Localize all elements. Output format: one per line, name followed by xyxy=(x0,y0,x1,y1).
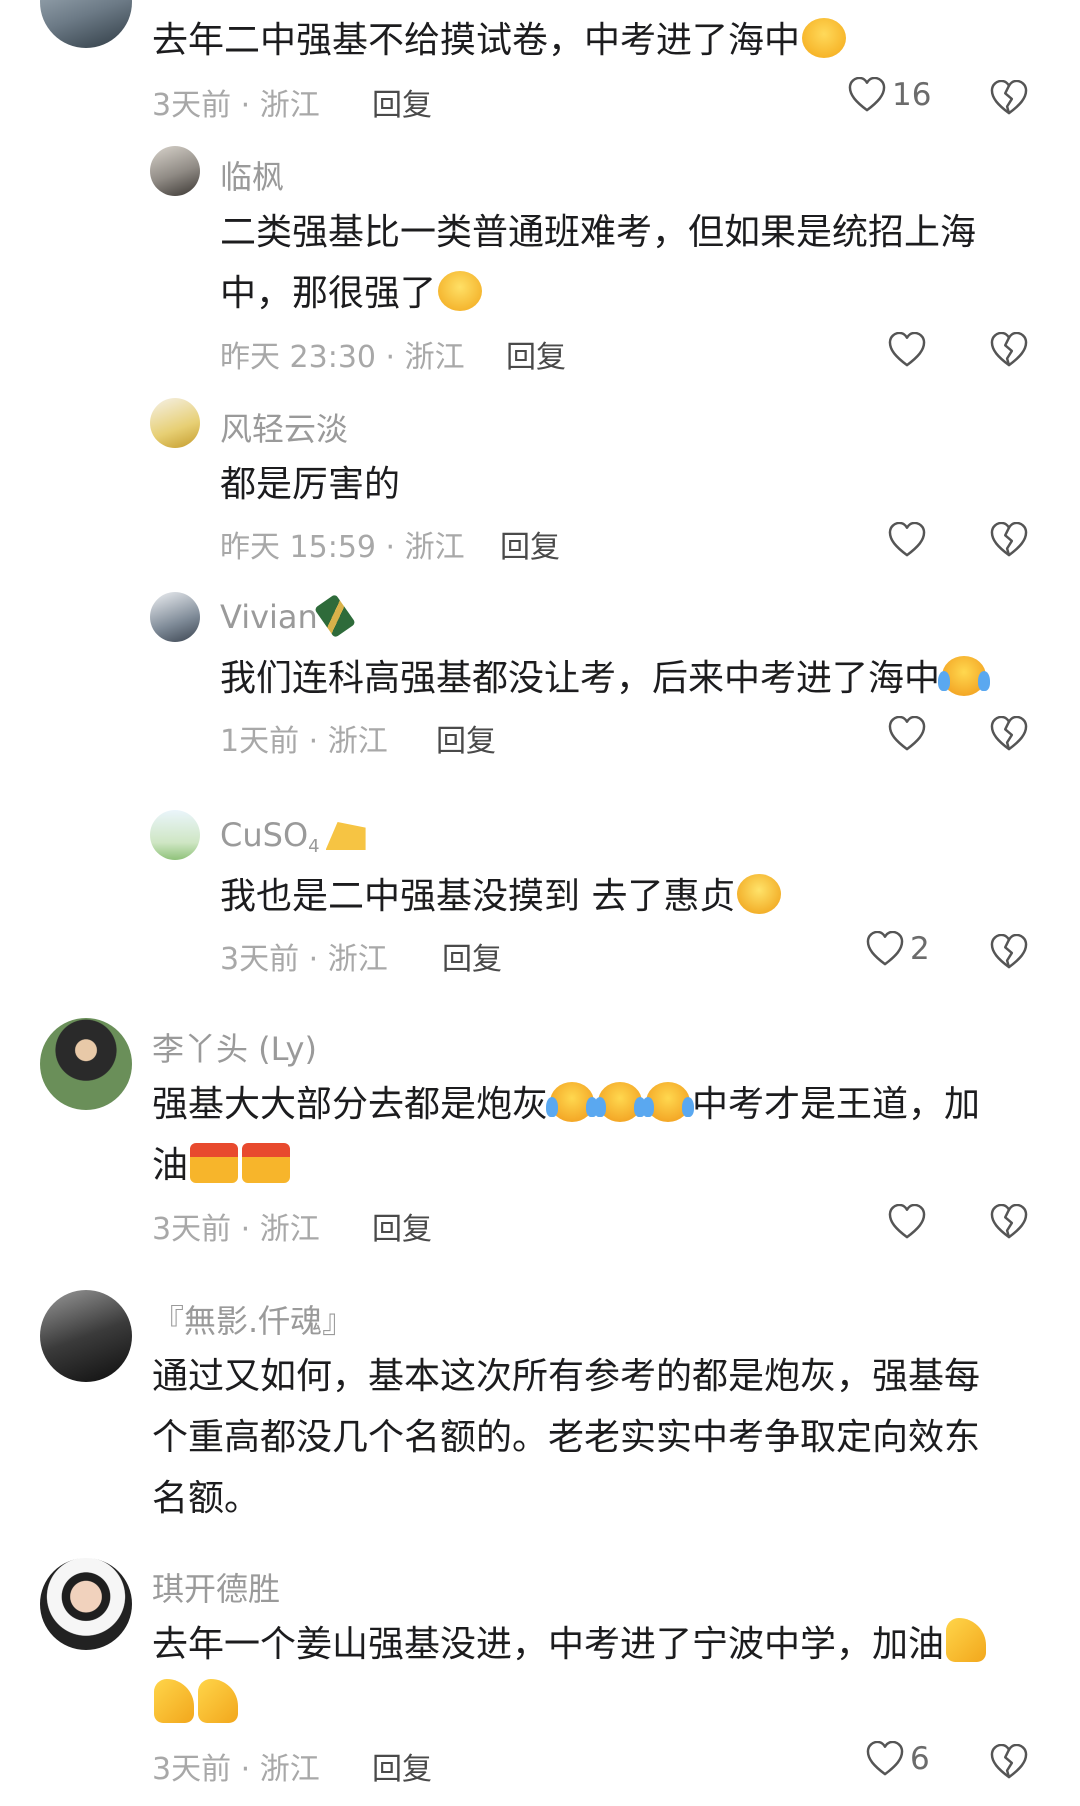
flexed-biceps-emoji-icon xyxy=(946,1618,987,1662)
comment-text: 二类强基比一类普通班难考，但如果是统招上海 中，那很强了 xyxy=(220,212,977,314)
heart-outline-icon xyxy=(866,1741,904,1777)
commenter-name: 风轻云淡 xyxy=(220,410,349,448)
commenter-name: Vivian xyxy=(220,593,356,639)
avatar[interactable] xyxy=(150,810,200,860)
heart-outline-icon[interactable] xyxy=(888,332,926,368)
heart-outline-icon xyxy=(848,77,886,113)
commenter-name: 『無影.仟魂』 xyxy=(152,1302,355,1340)
heart-outline-icon[interactable] xyxy=(888,1204,926,1240)
cheese-icon xyxy=(325,822,366,850)
broken-heart-icon[interactable] xyxy=(990,522,1028,558)
commenter-name: 临枫 xyxy=(220,158,285,196)
comment-text: 我也是二中强基没摸到 去了惠贞 xyxy=(220,866,783,927)
avatar[interactable] xyxy=(40,1018,132,1110)
like-count: 16 xyxy=(892,77,932,113)
broken-heart-icon[interactable] xyxy=(990,80,1028,116)
determined-face-emoji-icon xyxy=(242,1143,291,1183)
comment-text: 去年一个姜山强基没进，中考进了宁波中学，加油 xyxy=(152,1614,1032,1736)
tears-of-joy-emoji-icon xyxy=(642,1082,695,1122)
comment-text: 通过又如何，基本这次所有参考的都是炮灰，强基每 个重高都没几个名额的。老老实实中… xyxy=(152,1356,981,1519)
broken-heart-icon[interactable] xyxy=(990,332,1028,368)
avatar[interactable] xyxy=(150,592,200,642)
avatar[interactable] xyxy=(40,1290,132,1382)
reply-button[interactable]: 回复 xyxy=(436,716,496,760)
reply-button[interactable]: 回复 xyxy=(500,522,560,566)
reply-button[interactable]: 回复 xyxy=(442,934,502,978)
flexed-biceps-emoji-icon xyxy=(154,1679,194,1723)
comment-meta: 3天前 · 浙江 xyxy=(152,1212,320,1247)
grinning-face-emoji-icon xyxy=(438,271,483,311)
commenter-name: 琪开德胜 xyxy=(152,1570,281,1608)
avatar[interactable] xyxy=(150,146,200,196)
tears-of-joy-emoji-icon xyxy=(546,1082,599,1122)
broken-heart-icon[interactable] xyxy=(990,716,1028,752)
reply-button[interactable]: 回复 xyxy=(506,332,566,376)
comment-text: 强基大大部分去都是炮灰 中考才是王道，加 油 xyxy=(152,1082,981,1186)
heart-outline-icon[interactable] xyxy=(888,522,926,558)
comment-meta: 昨天 15:59 · 浙江 xyxy=(220,530,465,565)
laughing-face-emoji-icon xyxy=(802,18,847,58)
like-button[interactable]: 2 xyxy=(866,931,930,967)
comment-meta: 3天前 · 浙江 xyxy=(220,942,388,977)
broken-heart-icon[interactable] xyxy=(990,1744,1028,1780)
broken-heart-icon[interactable] xyxy=(990,934,1028,970)
dizzy-face-emoji-icon xyxy=(737,874,782,914)
flexed-biceps-emoji-icon xyxy=(198,1679,238,1723)
comment-meta: 3天前 · 浙江 xyxy=(152,88,320,123)
like-count: 6 xyxy=(910,1741,930,1777)
comment-meta: 昨天 23:30 · 浙江 xyxy=(220,340,465,375)
reply-button[interactable]: 回复 xyxy=(372,1744,432,1788)
like-button[interactable]: 6 xyxy=(866,1741,930,1777)
reply-button[interactable]: 回复 xyxy=(372,80,432,124)
champagne-icon xyxy=(313,593,356,639)
avatar[interactable] xyxy=(40,0,132,48)
comment-meta: 1天前 · 浙江 xyxy=(220,724,388,759)
like-button[interactable]: 16 xyxy=(848,77,931,113)
tears-of-joy-emoji-icon xyxy=(594,1082,647,1122)
comment-text: 我们连科高强基都没让考，后来中考进了海中 xyxy=(220,648,991,709)
avatar[interactable] xyxy=(40,1558,132,1650)
commenter-name: CuSO4 xyxy=(220,816,366,857)
heart-outline-icon[interactable] xyxy=(888,716,926,752)
broken-heart-icon[interactable] xyxy=(990,1204,1028,1240)
reply-button[interactable]: 回复 xyxy=(372,1204,432,1248)
like-count: 2 xyxy=(910,931,930,967)
comment-text: 都是厉害的 xyxy=(220,464,401,505)
commenter-name: 李丫头 (Ly) xyxy=(152,1030,317,1068)
avatar[interactable] xyxy=(150,398,200,448)
comment-text: 去年二中强基不给摸试卷，中考进了海中 xyxy=(152,10,848,71)
tears-of-joy-emoji-icon xyxy=(938,656,991,696)
heart-outline-icon xyxy=(866,931,904,967)
determined-face-emoji-icon xyxy=(190,1143,239,1183)
comment-meta: 3天前 · 浙江 xyxy=(152,1752,320,1787)
